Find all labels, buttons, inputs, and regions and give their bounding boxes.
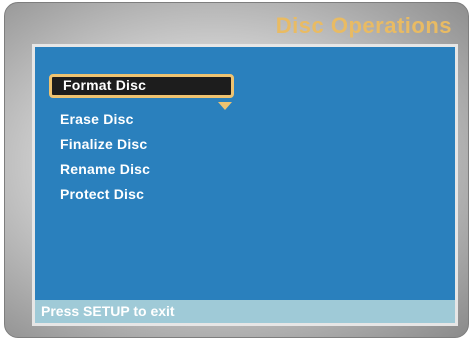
menu-item-label: Rename Disc bbox=[60, 161, 151, 177]
menu-item-erase-disc[interactable]: Erase Disc bbox=[60, 111, 134, 127]
triangle-down-icon bbox=[218, 102, 232, 110]
menu-panel: Format Disc Erase Disc Finalize Disc Ren… bbox=[32, 44, 458, 326]
menu-item-rename-disc[interactable]: Rename Disc bbox=[60, 161, 150, 177]
menu-list: Format Disc Erase Disc Finalize Disc Ren… bbox=[35, 47, 455, 323]
exit-hint: Press SETUP to exit bbox=[41, 303, 175, 319]
menu-item-protect-disc[interactable]: Protect Disc bbox=[60, 186, 144, 202]
status-bar: Press SETUP to exit bbox=[35, 300, 455, 323]
menu-item-format-disc[interactable]: Format Disc bbox=[49, 74, 234, 98]
menu-item-finalize-disc[interactable]: Finalize Disc bbox=[60, 136, 147, 152]
page-title: Disc Operations bbox=[275, 13, 452, 38]
menu-item-label: Finalize Disc bbox=[60, 136, 148, 152]
menu-item-label: Erase Disc bbox=[60, 111, 134, 127]
tv-frame: Disc Operations Format Disc Erase Disc F… bbox=[4, 2, 469, 338]
menu-item-label: Format Disc bbox=[63, 77, 147, 93]
menu-item-label: Protect Disc bbox=[60, 186, 145, 202]
